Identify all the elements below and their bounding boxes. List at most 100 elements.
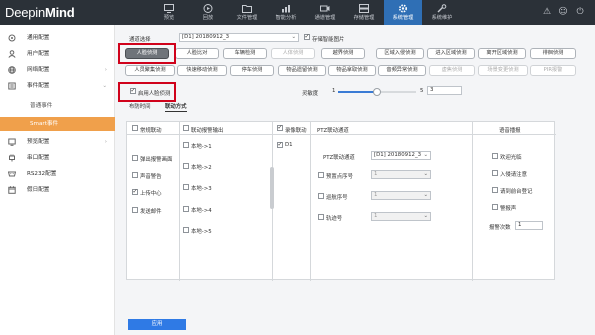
upload-center-label: 上传中心 — [140, 191, 162, 197]
detect-defocus-button[interactable]: 虚焦侦测 — [429, 65, 475, 76]
detect-scene-change-button[interactable]: 场景变更侦测 — [478, 65, 528, 76]
sidebar: 通用配置 用户配置 网络配置 › 事件配置 ⌄ 普通事件 Smart事件 预览配… — [0, 25, 115, 335]
nav-storage[interactable]: 存储管理 — [345, 0, 383, 25]
detect-intrusion-button[interactable]: 区域入侵侦测 — [376, 48, 424, 59]
sensitivity-input[interactable]: 3 — [427, 86, 462, 95]
sensitivity-slider[interactable] — [338, 88, 416, 96]
nav-maintenance[interactable]: 系统维护 — [423, 0, 461, 25]
voice-alarm-sound-label: 警报声 — [500, 206, 517, 212]
detect-region-exit-button[interactable]: 离开区域侦测 — [478, 48, 526, 59]
bell-icon[interactable]: ⚠ — [542, 7, 552, 17]
normal-linkage-select-all-checkbox[interactable] — [132, 125, 138, 131]
detect-region-enter-button[interactable]: 进入区域侦测 — [427, 48, 475, 59]
sidebar-item-users[interactable]: 用户配置 — [0, 47, 115, 61]
record-linkage-select-all-checkbox[interactable] — [277, 124, 283, 131]
sidebar-item-events[interactable]: 事件配置 ⌄ — [0, 79, 115, 93]
preset-label: 预置点序号 — [326, 174, 353, 180]
sidebar-item-serial[interactable]: 串口配置 — [0, 151, 115, 165]
store-smart-image-label: 存储智能图片 — [312, 37, 345, 43]
voice-alarm-sound-checkbox[interactable] — [492, 204, 498, 210]
sensitivity-max-label: 5 — [420, 88, 424, 94]
sensitivity-slider-handle[interactable] — [373, 88, 381, 96]
sidebar-item-rs232[interactable]: RS232配置 — [0, 167, 115, 181]
store-smart-image-checkbox[interactable] — [304, 33, 310, 40]
sensitivity-min-label: 1 — [332, 88, 336, 94]
apply-button[interactable]: 应用 — [128, 319, 186, 330]
voice-welcome-checkbox[interactable] — [492, 153, 498, 159]
detect-audio-anomaly-button[interactable]: 音频异常侦测 — [378, 65, 426, 76]
column-divider — [179, 122, 180, 281]
alarm-output-checkbox[interactable] — [183, 184, 189, 190]
enable-face-detection-label: 启用人脸侦测 — [138, 91, 171, 97]
preset-checkbox[interactable] — [318, 172, 324, 178]
patrol-checkbox[interactable] — [318, 193, 324, 199]
detect-parking-button[interactable]: 停车侦测 — [230, 65, 274, 76]
detect-vehicle-button[interactable]: 车辆检测 — [223, 48, 267, 59]
track-checkbox[interactable] — [318, 214, 324, 220]
sidebar-item-network[interactable]: 网络配置 › — [0, 63, 115, 77]
record-linkage-header: 录像联动 — [285, 128, 307, 134]
chevron-down-icon: ⌄ — [423, 192, 428, 198]
alarm-output-checkbox[interactable] — [183, 206, 189, 212]
preset-select[interactable]: 1 ⌄ — [371, 170, 431, 179]
detect-line-crossing-button[interactable]: 越界侦测 — [321, 48, 365, 59]
alarm-output-checkbox[interactable] — [183, 142, 189, 148]
nav-files[interactable]: 文件管理 — [228, 0, 266, 25]
detect-pir-button[interactable]: PIR报警 — [530, 65, 576, 76]
popup-alarm-checkbox[interactable] — [132, 155, 138, 161]
sidebar-item-holiday[interactable]: 假日配置 — [0, 183, 115, 197]
storage-icon — [359, 4, 369, 13]
alarm-output-select-all-checkbox[interactable] — [183, 125, 189, 131]
alarm-output-label: 本地->1 — [191, 144, 212, 150]
upload-center-checkbox[interactable] — [132, 188, 138, 195]
calendar-icon — [8, 186, 16, 194]
power-icon[interactable]: ⏻ — [575, 7, 585, 17]
sensitivity-label: 灵敏度 — [302, 91, 319, 97]
record-d1-label: D1 — [285, 142, 293, 148]
user-icon[interactable]: ☺ — [558, 7, 568, 17]
send-email-checkbox[interactable] — [132, 207, 138, 213]
nav-playback[interactable]: 回放 — [189, 0, 227, 25]
patrol-select[interactable]: 1 ⌄ — [371, 191, 431, 200]
detect-object-removed-button[interactable]: 物品拿取侦测 — [328, 65, 376, 76]
chevron-down-icon: ⌄ — [423, 213, 428, 219]
sidebar-subitem-smart-events[interactable]: Smart事件 — [0, 117, 115, 131]
ptz-channel-select[interactable]: [D1] 20180912_3 ⌄ — [371, 151, 431, 160]
plug-icon — [9, 154, 15, 162]
detect-face-compare-button[interactable]: 人脸比对 — [175, 48, 219, 59]
sound-warning-checkbox[interactable] — [132, 172, 138, 178]
alarm-count-label: 报警次数 — [489, 225, 511, 231]
sidebar-subitem-normal-events[interactable]: 普通事件 — [0, 99, 115, 113]
voice-register-label: 请到前台登记 — [500, 189, 533, 195]
track-select[interactable]: 1 ⌄ — [371, 212, 431, 221]
file-icon — [242, 5, 252, 13]
monitor-icon — [164, 4, 174, 13]
alarm-count-input[interactable]: 1 — [515, 221, 543, 230]
detect-fast-move-button[interactable]: 快速移动侦测 — [177, 65, 227, 76]
voice-welcome-label: 欢迎光临 — [500, 155, 522, 161]
channel-select[interactable]: [D1] 20180912_3 ⌄ — [179, 33, 299, 42]
voice-register-checkbox[interactable] — [492, 187, 498, 193]
nav-system[interactable]: 系统管理 — [384, 0, 422, 25]
voice-intrusion-checkbox[interactable] — [492, 170, 498, 176]
preview-icon — [8, 138, 16, 146]
sidebar-item-preview[interactable]: 预览配置 › — [0, 135, 115, 149]
detect-crowd-button[interactable]: 人员聚集侦测 — [125, 65, 175, 76]
alarm-output-checkbox[interactable] — [183, 163, 189, 169]
record-d1-checkbox[interactable] — [277, 141, 283, 148]
nav-analysis[interactable]: 智能分析 — [267, 0, 305, 25]
alarm-output-scrollbar[interactable] — [270, 167, 274, 209]
tab-arming-schedule[interactable]: 布防时间 — [129, 102, 151, 110]
enable-face-detection-checkbox[interactable] — [130, 87, 136, 94]
sidebar-item-general[interactable]: 通用配置 — [0, 31, 115, 45]
nav-preview[interactable]: 预览 — [150, 0, 188, 25]
alarm-output-header: 联动报警输出 — [191, 128, 224, 134]
camera-icon — [320, 5, 330, 12]
nav-channels[interactable]: 通道管理 — [306, 0, 344, 25]
detect-object-left-button[interactable]: 物品遗留侦测 — [278, 65, 326, 76]
tab-linkage-method[interactable]: 联动方式 — [165, 102, 187, 112]
alarm-output-checkbox[interactable] — [183, 227, 189, 233]
detect-human-button[interactable]: 人体侦测 — [271, 48, 315, 59]
detect-loitering-button[interactable]: 徘徊侦测 — [530, 48, 576, 59]
gear-icon — [398, 4, 408, 13]
